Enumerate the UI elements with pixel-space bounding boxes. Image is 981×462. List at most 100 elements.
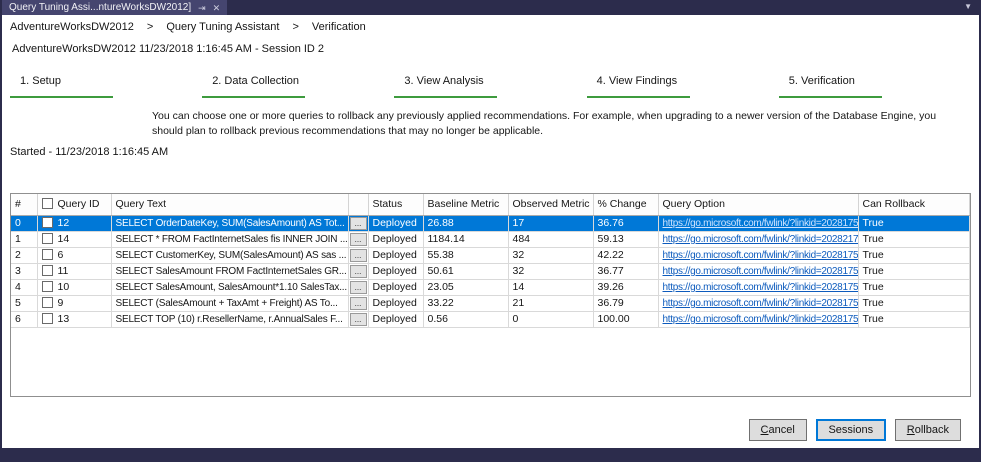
select-all-checkbox[interactable] [41, 198, 53, 210]
wizard-step-verification[interactable]: 5. Verification [778, 75, 971, 98]
baseline-metric-cell: 23.05 [423, 279, 509, 296]
observed-metric-cell: 17 [508, 215, 594, 232]
expand-query-button[interactable]: ... [349, 232, 367, 246]
table-row[interactable]: 4 10 SELECT SalesAmount, SalesAmount*1.1… [11, 279, 970, 296]
row-checkbox[interactable] [41, 217, 53, 228]
wizard-steps: 1. Setup 2. Data Collection 3. View Anal… [10, 75, 971, 98]
step-label: 4. View Findings [596, 75, 678, 87]
status-cell: Deployed [368, 263, 424, 280]
col-header-query-option[interactable]: Query Option [658, 194, 859, 216]
sessions-button[interactable]: Sessions [815, 419, 886, 441]
col-header-can-rollback[interactable]: Can Rollback [858, 194, 970, 216]
query-option-link[interactable]: https://go.microsoft.com/fwlink/?linkid=… [663, 298, 858, 309]
table-row[interactable]: 2 6 SELECT CustomerKey, SUM(SalesAmount)… [11, 247, 970, 264]
row-index-cell[interactable]: 1 [11, 231, 38, 248]
query-id-cell[interactable]: 14 [37, 231, 112, 248]
expand-query-button[interactable]: ... [349, 248, 367, 262]
row-index-cell[interactable]: 5 [11, 295, 38, 312]
col-header-percent-change[interactable]: % Change [593, 194, 659, 216]
wizard-step-view-analysis[interactable]: 3. View Analysis [394, 75, 586, 98]
step-progress-underline [778, 96, 882, 98]
document-tab-title: Query Tuning Assi...ntureWorksDW2012] [9, 2, 192, 13]
cancel-button[interactable]: Cancel [748, 419, 807, 441]
col-header-query-id-label: Query ID [57, 198, 100, 211]
query-option-cell: https://go.microsoft.com/fwlink/?linkid=… [658, 295, 859, 312]
query-option-cell: https://go.microsoft.com/fwlink/?linkid=… [658, 279, 859, 296]
col-header-index[interactable]: # [11, 194, 38, 216]
ellipsis-cell: ... [348, 247, 369, 264]
query-option-link[interactable]: https://go.microsoft.com/fwlink/?linkid=… [663, 234, 858, 245]
expand-query-button[interactable]: ... [349, 312, 367, 326]
query-text-cell[interactable]: SELECT (SalesAmount + TaxAmt + Freight) … [111, 295, 349, 312]
query-option-link[interactable]: https://go.microsoft.com/fwlink/?linkid=… [663, 282, 858, 293]
tab-overflow-icon[interactable]: ▼ [964, 3, 972, 11]
query-option-link[interactable]: https://go.microsoft.com/fwlink/?linkid=… [663, 218, 858, 229]
row-checkbox[interactable] [41, 249, 53, 260]
row-checkbox[interactable] [41, 313, 53, 324]
pin-icon[interactable]: ⇥ [198, 3, 206, 13]
rollback-button[interactable]: Rollback [894, 419, 961, 441]
row-checkbox[interactable] [41, 233, 53, 244]
col-header-query-id[interactable]: Query ID [37, 194, 112, 216]
table-row[interactable]: 6 13 SELECT TOP (10) r.ResellerName, r.A… [11, 311, 970, 328]
query-option-link[interactable]: https://go.microsoft.com/fwlink/?linkid=… [663, 250, 858, 261]
expand-query-button[interactable]: ... [349, 296, 367, 310]
table-row[interactable]: 5 9 SELECT (SalesAmount + TaxAmt + Freig… [11, 295, 970, 312]
expand-query-button[interactable]: ... [349, 264, 367, 278]
baseline-metric-cell: 50.61 [423, 263, 509, 280]
row-checkbox[interactable] [41, 265, 53, 276]
breadcrumb-item-step[interactable]: Verification [312, 21, 366, 33]
query-option-link[interactable]: https://go.microsoft.com/fwlink/?linkid=… [663, 314, 858, 325]
wizard-step-data-collection[interactable]: 2. Data Collection [202, 75, 394, 98]
table-row[interactable]: 0 12 SELECT OrderDateKey, SUM(SalesAmoun… [11, 215, 970, 232]
query-text-cell[interactable]: SELECT * FROM FactInternetSales fis INNE… [111, 231, 349, 248]
results-tbody: 0 12 SELECT OrderDateKey, SUM(SalesAmoun… [11, 215, 970, 328]
query-text-cell[interactable]: SELECT SalesAmount, SalesAmount*1.10 Sal… [111, 279, 349, 296]
row-index-cell[interactable]: 4 [11, 279, 38, 296]
query-id-value: 12 [57, 217, 70, 229]
status-cell: Deployed [368, 231, 424, 248]
col-header-query-text[interactable]: Query Text [111, 194, 349, 216]
query-id-cell[interactable]: 11 [37, 263, 112, 280]
document-tab[interactable]: Query Tuning Assi...ntureWorksDW2012] ⇥ … [2, 0, 228, 15]
row-checkbox[interactable] [41, 281, 53, 292]
row-index-cell[interactable]: 6 [11, 311, 38, 328]
row-index-cell[interactable]: 0 [11, 215, 38, 232]
expand-query-button[interactable]: ... [349, 280, 367, 294]
observed-metric-cell: 0 [508, 311, 594, 328]
query-option-link[interactable]: https://go.microsoft.com/fwlink/?linkid=… [663, 266, 858, 277]
step-progress-underline [586, 96, 690, 98]
status-cell: Deployed [368, 311, 424, 328]
row-index-cell[interactable]: 2 [11, 247, 38, 264]
status-cell: Deployed [368, 215, 424, 232]
can-rollback-cell: True [858, 247, 970, 264]
query-text-cell[interactable]: SELECT CustomerKey, SUM(SalesAmount) AS … [111, 247, 349, 264]
wizard-step-setup[interactable]: 1. Setup [10, 75, 202, 98]
wizard-step-view-findings[interactable]: 4. View Findings [586, 75, 779, 98]
query-id-cell[interactable]: 12 [37, 215, 112, 232]
close-icon[interactable]: ✕ [213, 3, 221, 13]
table-row[interactable]: 1 14 SELECT * FROM FactInternetSales fis… [11, 231, 970, 248]
percent-change-cell: 100.00 [593, 311, 659, 328]
table-row[interactable]: 3 11 SELECT SalesAmount FROM FactInterne… [11, 263, 970, 280]
query-id-cell[interactable]: 6 [37, 247, 112, 264]
step-progress-underline [10, 96, 113, 98]
query-text-cell[interactable]: SELECT TOP (10) r.ResellerName, r.Annual… [111, 311, 349, 328]
query-id-cell[interactable]: 13 [37, 311, 112, 328]
can-rollback-cell: True [858, 231, 970, 248]
breadcrumb-item-database[interactable]: AdventureWorksDW2012 [10, 21, 134, 33]
row-checkbox[interactable] [41, 297, 53, 308]
query-id-cell[interactable]: 10 [37, 279, 112, 296]
col-header-status[interactable]: Status [368, 194, 424, 216]
expand-query-button[interactable]: ... [349, 216, 367, 230]
breadcrumb-item-wizard[interactable]: Query Tuning Assistant [166, 21, 279, 33]
observed-metric-cell: 32 [508, 247, 594, 264]
can-rollback-cell: True [858, 295, 970, 312]
query-text-cell[interactable]: SELECT OrderDateKey, SUM(SalesAmount) AS… [111, 215, 349, 232]
col-header-baseline-metric[interactable]: Baseline Metric [423, 194, 509, 216]
baseline-metric-cell: 55.38 [423, 247, 509, 264]
row-index-cell[interactable]: 3 [11, 263, 38, 280]
col-header-observed-metric[interactable]: Observed Metric [508, 194, 594, 216]
query-text-cell[interactable]: SELECT SalesAmount FROM FactInternetSale… [111, 263, 349, 280]
query-id-cell[interactable]: 9 [37, 295, 112, 312]
